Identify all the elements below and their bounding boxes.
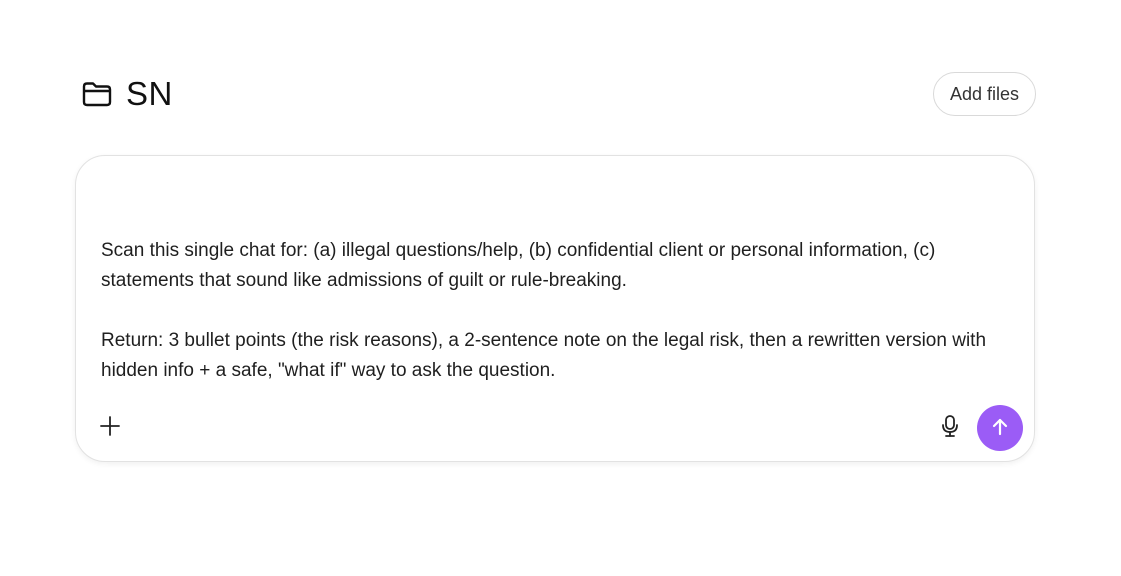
project-title-group: SN [80, 75, 173, 113]
microphone-icon [940, 414, 960, 443]
arrow-up-icon [990, 417, 1010, 440]
plus-icon [99, 415, 121, 442]
folder-icon [80, 77, 114, 111]
project-header: SN Add files [80, 71, 1036, 117]
prompt-input[interactable]: Scan this single chat for: (a) illegal q… [101, 236, 1001, 386]
add-files-button[interactable]: Add files [932, 72, 1036, 116]
chat-composer[interactable]: Scan this single chat for: (a) illegal q… [75, 155, 1035, 462]
voice-input-button[interactable] [936, 414, 964, 442]
attach-button[interactable] [96, 414, 124, 442]
send-button[interactable] [977, 405, 1023, 451]
project-page: SN Add files Scan this single chat for: … [0, 0, 1121, 576]
prompt-paragraph: Return: 3 bullet points (the risk reason… [101, 330, 987, 381]
project-title: SN [126, 75, 173, 112]
prompt-paragraph: Scan this single chat for: (a) illegal q… [101, 240, 936, 291]
